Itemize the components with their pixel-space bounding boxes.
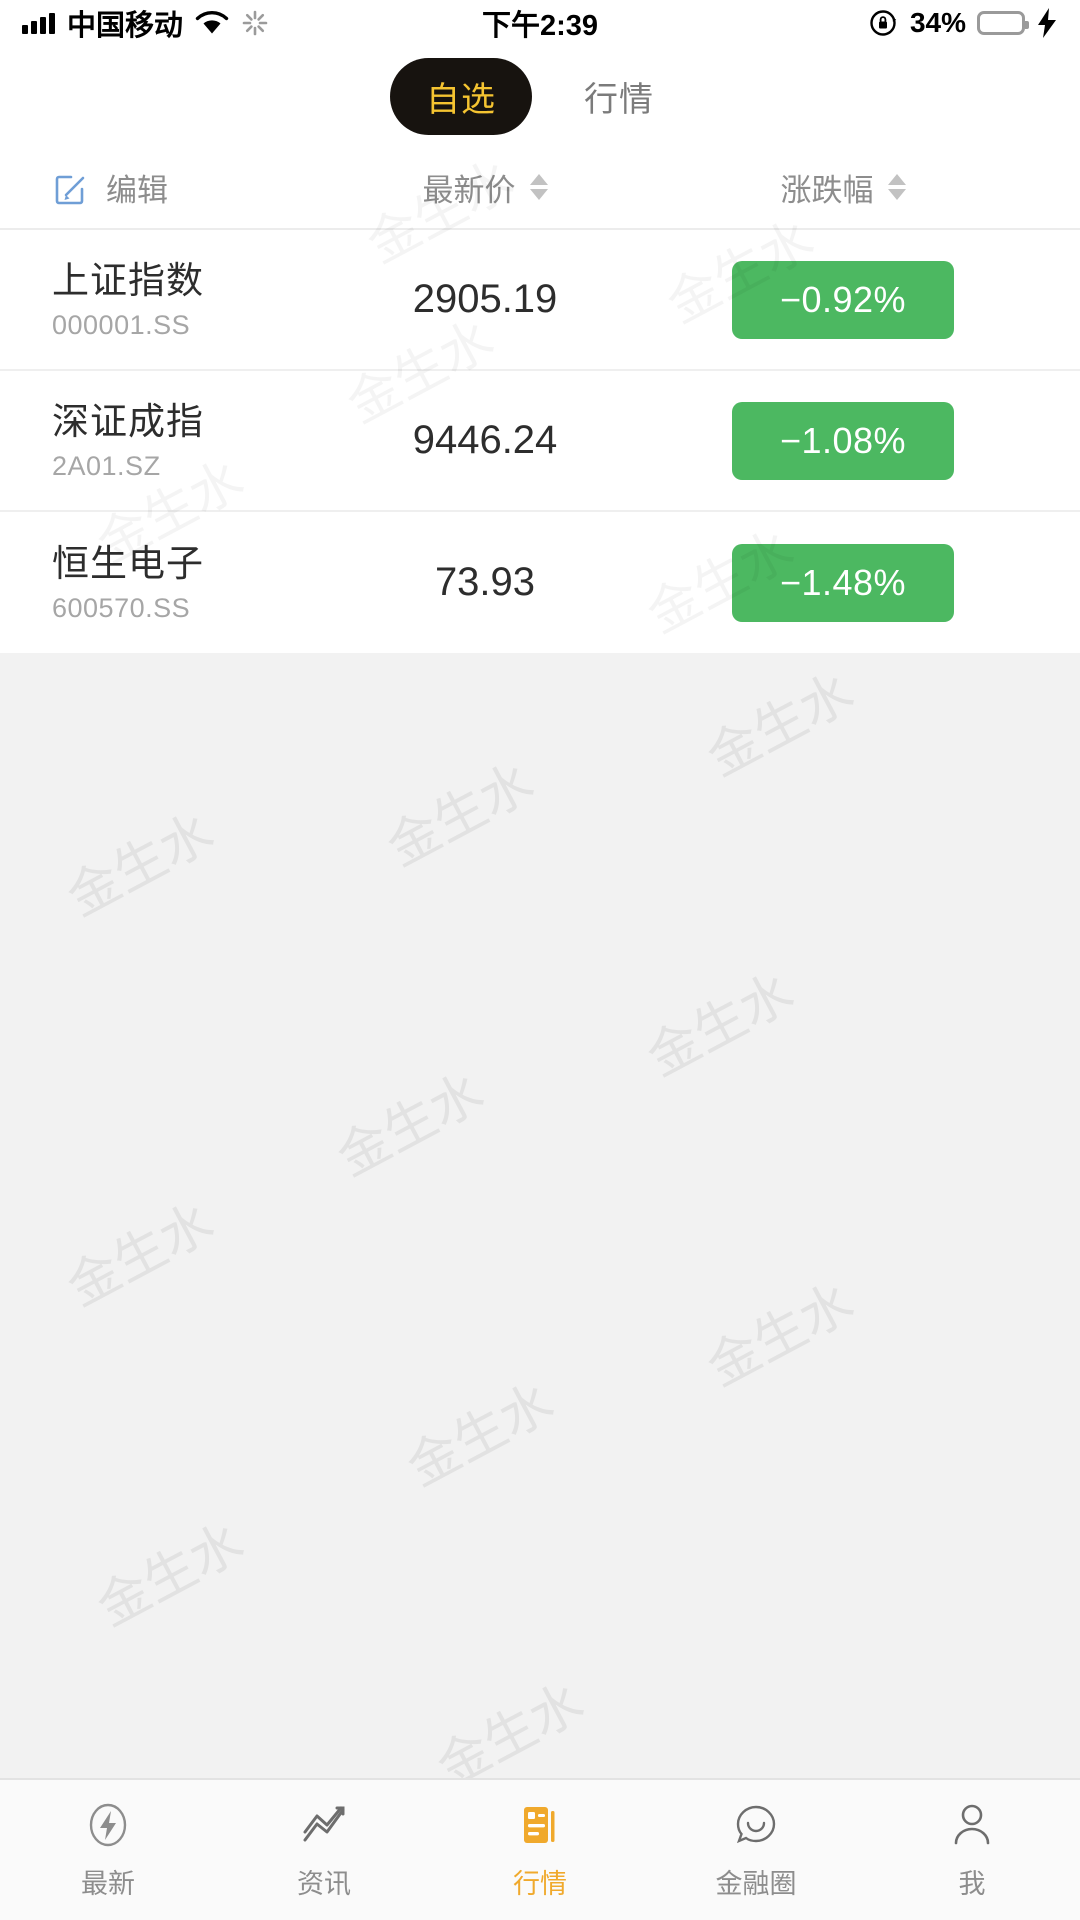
watermark-text: 金生水 bbox=[637, 962, 804, 1089]
nav-item-label: 行情 bbox=[513, 1868, 567, 1899]
stock-price: 73.93 bbox=[434, 560, 536, 604]
nav-item-label: 最新 bbox=[81, 1868, 135, 1899]
table-row[interactable]: 恒生电子 600570.SS 73.93 −1.48% bbox=[0, 512, 1080, 653]
stock-code: 2A01.SZ bbox=[52, 450, 161, 481]
status-bar: 中国移动 下午2:39 34% bbox=[0, 0, 1080, 46]
edit-button[interactable]: 编辑 bbox=[0, 165, 330, 210]
status-bar-right: 34% bbox=[869, 7, 1058, 39]
column-header-row: 编辑 最新价 涨跌幅 bbox=[0, 146, 1080, 230]
line-chart-icon bbox=[299, 1800, 349, 1850]
watermark-text: 金生水 bbox=[427, 1672, 594, 1778]
wifi-icon bbox=[195, 11, 229, 34]
change-badge: −0.92% bbox=[732, 260, 954, 339]
change-badge: −1.08% bbox=[732, 401, 954, 480]
watermark-text: 金生水 bbox=[57, 802, 224, 929]
lightning-circle-icon bbox=[83, 1800, 133, 1850]
price-header-label: 最新价 bbox=[422, 172, 516, 208]
watermark-text: 金生水 bbox=[397, 1372, 564, 1499]
edit-pencil-icon bbox=[55, 175, 85, 205]
stock-change-cell: −1.48% bbox=[640, 543, 1080, 622]
stock-name: 深证成指 bbox=[52, 401, 204, 443]
nav-item-label: 我 bbox=[958, 1868, 986, 1899]
carrier-label: 中国移动 bbox=[67, 10, 184, 42]
top-tab-bar: 自选 行情 bbox=[0, 46, 1080, 146]
watermark-text: 金生水 bbox=[697, 662, 864, 789]
stock-identity-cell: 上证指数 000001.SS bbox=[0, 258, 330, 340]
nav-item-我[interactable]: 我 bbox=[864, 1800, 1080, 1901]
chat-bubble-icon bbox=[731, 1800, 781, 1850]
nav-item-行情[interactable]: 行情 bbox=[432, 1800, 648, 1901]
watermark-text: 金生水 bbox=[377, 752, 544, 879]
stock-change-cell: −0.92% bbox=[640, 260, 1080, 339]
stock-change-cell: −1.08% bbox=[640, 401, 1080, 480]
stock-price: 9446.24 bbox=[412, 418, 558, 462]
sort-price-header[interactable]: 最新价 bbox=[330, 165, 640, 210]
sort-change-header[interactable]: 涨跌幅 bbox=[640, 165, 1080, 210]
table-row[interactable]: 上证指数 000001.SS 2905.19 −0.92% bbox=[0, 230, 1080, 371]
empty-content-area: 金生水 金生水 金生水 金生水 金生水 金生水 金生水 金生水 金生水 金生水 bbox=[0, 653, 1080, 1778]
person-icon bbox=[947, 1800, 997, 1850]
watermark-text: 金生水 bbox=[327, 1062, 494, 1189]
stock-identity-cell: 恒生电子 600570.SS bbox=[0, 541, 330, 623]
charging-bolt-icon bbox=[1038, 8, 1056, 38]
stock-name: 恒生电子 bbox=[52, 543, 204, 585]
change-header-label: 涨跌幅 bbox=[780, 172, 874, 208]
watermark-text: 金生水 bbox=[87, 1512, 254, 1639]
sort-arrows-icon bbox=[529, 174, 548, 200]
nav-item-label: 资讯 bbox=[297, 1868, 351, 1899]
nav-item-资讯[interactable]: 资讯 bbox=[216, 1800, 432, 1901]
status-bar-left: 中国移动 bbox=[22, 2, 269, 44]
bottom-navigation-bar: 最新 资讯 行情 金融圈 我 bbox=[0, 1778, 1080, 1920]
stock-code: 600570.SS bbox=[52, 592, 191, 623]
app-root: 中国移动 下午2:39 34% 自选 行情 编辑 最新价 涨跌幅 上证指数 00… bbox=[0, 0, 1080, 1920]
tab-watchlist[interactable]: 自选 bbox=[390, 57, 532, 135]
battery-icon bbox=[977, 11, 1029, 35]
tab-quotes[interactable]: 行情 bbox=[548, 58, 690, 135]
nav-item-最新[interactable]: 最新 bbox=[0, 1800, 216, 1901]
signal-bars-icon bbox=[22, 12, 55, 34]
nav-item-label: 金融圈 bbox=[715, 1868, 797, 1899]
watermark-text: 金生水 bbox=[57, 1192, 224, 1319]
sort-arrows-icon bbox=[887, 174, 906, 200]
change-badge: −1.48% bbox=[732, 543, 954, 622]
stock-code: 000001.SS bbox=[52, 309, 191, 340]
stock-name: 上证指数 bbox=[52, 260, 204, 302]
clock-label: 下午2:39 bbox=[481, 10, 599, 42]
edit-label: 编辑 bbox=[106, 172, 168, 208]
battery-percent-label: 34% bbox=[909, 7, 966, 38]
nav-item-金融圈[interactable]: 金融圈 bbox=[648, 1800, 864, 1901]
rotation-lock-icon bbox=[870, 10, 897, 36]
watermark-text: 金生水 bbox=[697, 1272, 864, 1399]
watchlist-table: 上证指数 000001.SS 2905.19 −0.92% 深证成指 2A01.SZ 944… bbox=[0, 230, 1080, 653]
table-row[interactable]: 深证成指 2A01.SZ 9446.24 −1.08% bbox=[0, 371, 1080, 512]
stock-price: 2905.19 bbox=[412, 277, 558, 321]
quotes-document-icon bbox=[515, 1800, 565, 1850]
stock-identity-cell: 深证成指 2A01.SZ bbox=[0, 399, 330, 481]
sync-icon bbox=[242, 10, 268, 36]
